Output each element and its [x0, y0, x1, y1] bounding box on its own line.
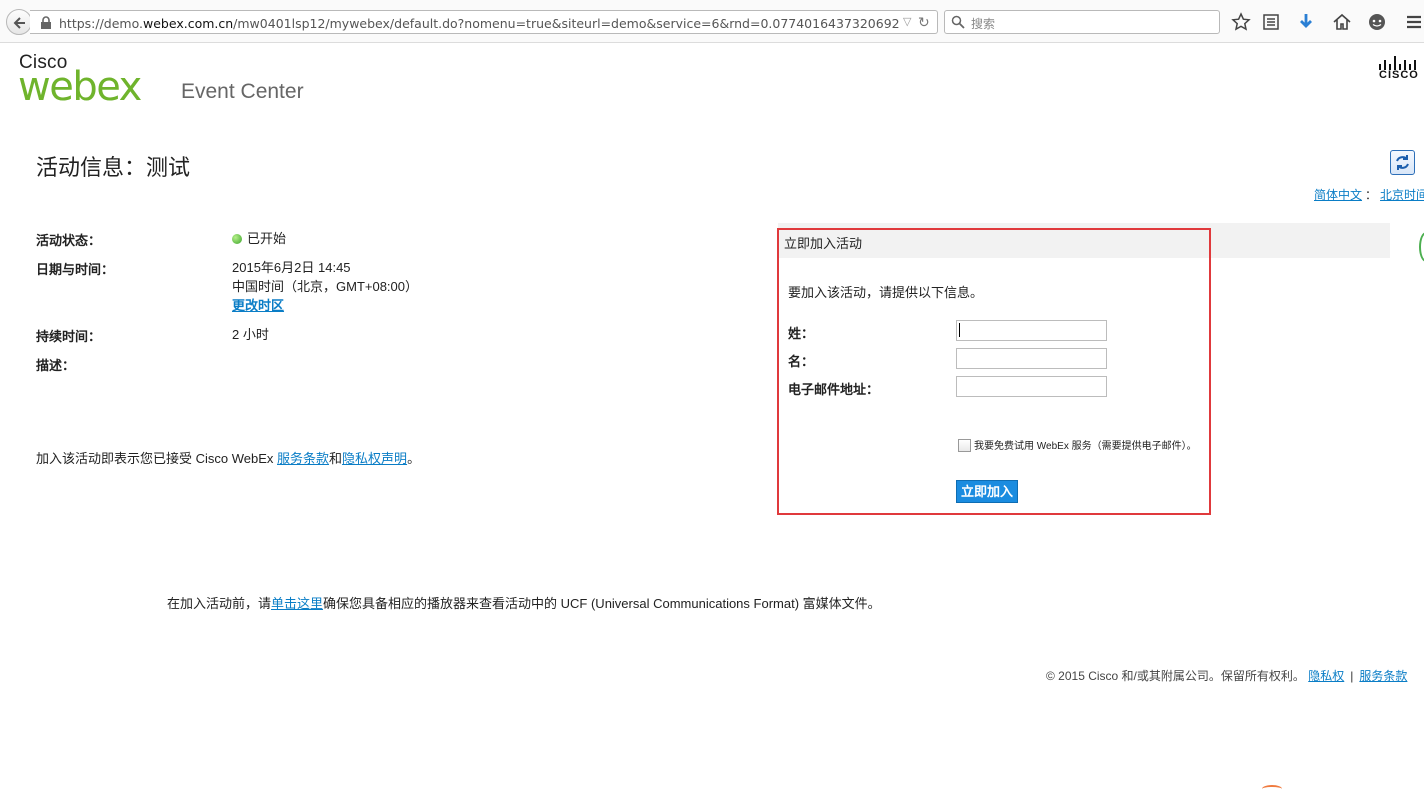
- ucf-prefix: 在加入活动前，请: [167, 596, 272, 611]
- privacy-statement-link[interactable]: 隐私权声明: [342, 451, 407, 466]
- refresh-icon: [1396, 155, 1409, 170]
- product-name: Event Center: [181, 80, 304, 103]
- locale-separator: ：: [1365, 188, 1378, 202]
- search-icon: [951, 15, 965, 29]
- first-name-label: 姓：: [788, 326, 815, 341]
- datetime-value: 2015年6月2日 14:45 中国时间（北京，GMT+08:00） 更改时区: [232, 258, 418, 315]
- refresh-button[interactable]: [1390, 150, 1415, 175]
- lock-icon: [41, 16, 51, 29]
- footer-privacy-link[interactable]: 隐私权: [1308, 669, 1344, 683]
- timezone-link[interactable]: 北京时间: [1380, 188, 1424, 202]
- footer: © 2015 Cisco 和/或其附属公司。保留所有权利。 隐私权 | 服务条款: [1046, 667, 1407, 684]
- chat-icon[interactable]: [1367, 12, 1387, 32]
- download-icon[interactable]: [1296, 12, 1316, 32]
- last-name-label: 名：: [788, 354, 815, 369]
- first-name-field[interactable]: [956, 320, 1107, 341]
- menu-icon[interactable]: [1404, 12, 1424, 32]
- email-label: 电子邮件地址：: [788, 382, 880, 397]
- cisco-logo-text: CISCO: [1379, 69, 1419, 81]
- address-bar[interactable]: https://demo.webex.com.cn/mw0401lsp12/my…: [30, 10, 938, 34]
- bottom-edge-widget: [1262, 785, 1282, 789]
- join-now-button[interactable]: 立即加入: [956, 480, 1018, 503]
- service-terms-link[interactable]: 服务条款: [277, 451, 329, 466]
- home-icon[interactable]: [1332, 12, 1352, 32]
- copyright-text: © 2015 Cisco 和/或其附属公司。保留所有权利。: [1046, 669, 1305, 683]
- join-panel-intro: 要加入该活动，请提供以下信息。: [788, 285, 984, 300]
- terms-prefix: 加入该活动即表示您已接受 Cisco WebEx: [36, 451, 278, 466]
- join-panel: [777, 228, 1211, 515]
- duration-value: 2 小时: [232, 327, 269, 342]
- email-field[interactable]: [956, 376, 1107, 397]
- change-timezone-link[interactable]: 更改时区: [232, 298, 284, 313]
- cisco-bars-icon: [1379, 56, 1416, 70]
- status-label: 活动状态：: [36, 233, 102, 248]
- terms-suffix: 。: [407, 451, 421, 466]
- terms-notice: 加入该活动即表示您已接受 Cisco WebEx 服务条款和隐私权声明。: [36, 448, 420, 467]
- history-dropdown-icon[interactable]: ▽: [903, 15, 911, 28]
- datetime-label: 日期与时间：: [36, 262, 115, 277]
- search-input[interactable]: 搜索: [971, 15, 995, 32]
- search-bar[interactable]: 搜索: [944, 10, 1220, 34]
- page-title: 活动信息：测试: [36, 155, 191, 180]
- click-here-link[interactable]: 单击这里: [271, 596, 323, 611]
- logo-webex-text: webex: [18, 64, 142, 110]
- status-started-icon: [232, 234, 242, 244]
- ucf-notice: 在加入活动前，请单击这里确保您具备相应的播放器来查看活动中的 UCF (Univ…: [167, 593, 881, 612]
- ucf-suffix: 确保您具备相应的播放器来查看活动中的 UCF (Universal Commun…: [323, 596, 881, 611]
- reading-list-icon[interactable]: [1261, 12, 1281, 32]
- back-button[interactable]: [6, 9, 32, 35]
- last-name-field[interactable]: [956, 348, 1107, 369]
- terms-and: 和: [329, 451, 343, 466]
- date-value: 2015年6月2日 14:45: [232, 260, 351, 275]
- side-widget[interactable]: [1419, 232, 1424, 262]
- join-panel-title: 立即加入活动: [784, 236, 863, 251]
- trial-checkbox-label[interactable]: 我要免费试用 WebEx 服务（需要提供电子邮件）。: [974, 437, 1197, 452]
- footer-terms-link[interactable]: 服务条款: [1359, 669, 1407, 683]
- back-icon: [13, 17, 25, 29]
- language-link[interactable]: 简体中文: [1314, 188, 1362, 202]
- status-text: 已开始: [247, 231, 287, 246]
- reload-icon[interactable]: ↻: [918, 14, 930, 31]
- timezone-value: 中国时间（北京，GMT+08:00）: [232, 279, 419, 294]
- footer-separator: |: [1350, 669, 1354, 683]
- locale-links: 简体中文：北京时间: [1314, 186, 1424, 203]
- description-label: 描述：: [36, 358, 76, 373]
- duration-label: 持续时间：: [36, 329, 102, 344]
- url-text[interactable]: https://demo.webex.com.cn/mw0401lsp12/my…: [59, 16, 899, 31]
- browser-toolbar: https://demo.webex.com.cn/mw0401lsp12/my…: [0, 0, 1424, 43]
- text-cursor: [959, 323, 960, 337]
- trial-checkbox[interactable]: [958, 439, 971, 452]
- star-icon[interactable]: [1231, 12, 1251, 32]
- status-value: 已开始: [232, 229, 286, 248]
